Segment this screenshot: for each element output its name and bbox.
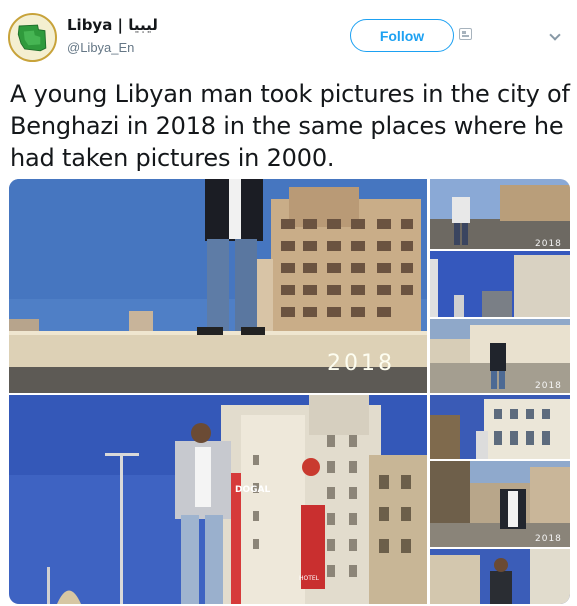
tweet-text: A young Libyan man took pictures in the … bbox=[10, 80, 570, 172]
account-handle[interactable]: @Libya_En bbox=[67, 40, 134, 55]
profile-card-icon[interactable] bbox=[459, 28, 472, 40]
libya-map-icon bbox=[10, 15, 55, 60]
hotel-sign-vertical: DOGAL bbox=[235, 483, 270, 601]
thumbnail-2[interactable] bbox=[430, 251, 570, 317]
photo-image bbox=[430, 549, 570, 604]
display-name[interactable]: Libya | ليبيا bbox=[67, 16, 158, 34]
year-label: 2018 bbox=[535, 381, 562, 391]
hotel-sign-sub: HOTEL bbox=[298, 575, 320, 582]
account-avatar[interactable] bbox=[8, 13, 57, 62]
photo-image bbox=[430, 395, 570, 459]
photo-image bbox=[9, 395, 427, 604]
year-label: 2018 bbox=[535, 534, 562, 544]
year-label: 2018 bbox=[535, 239, 562, 249]
chevron-down-icon[interactable] bbox=[549, 29, 561, 41]
tweet-header: Libya | ليبيا @Libya_En Follow bbox=[0, 0, 577, 72]
thumbnail-6[interactable] bbox=[430, 549, 570, 604]
photo-2000-main[interactable] bbox=[9, 395, 427, 604]
thumbnail-4[interactable] bbox=[430, 395, 570, 459]
follow-button[interactable]: Follow bbox=[350, 19, 454, 52]
photo-image bbox=[430, 251, 570, 317]
media-gallery[interactable]: 2018 HOTEL 2018 2018 2018 bbox=[9, 179, 570, 604]
year-label: 2018 bbox=[327, 351, 395, 376]
